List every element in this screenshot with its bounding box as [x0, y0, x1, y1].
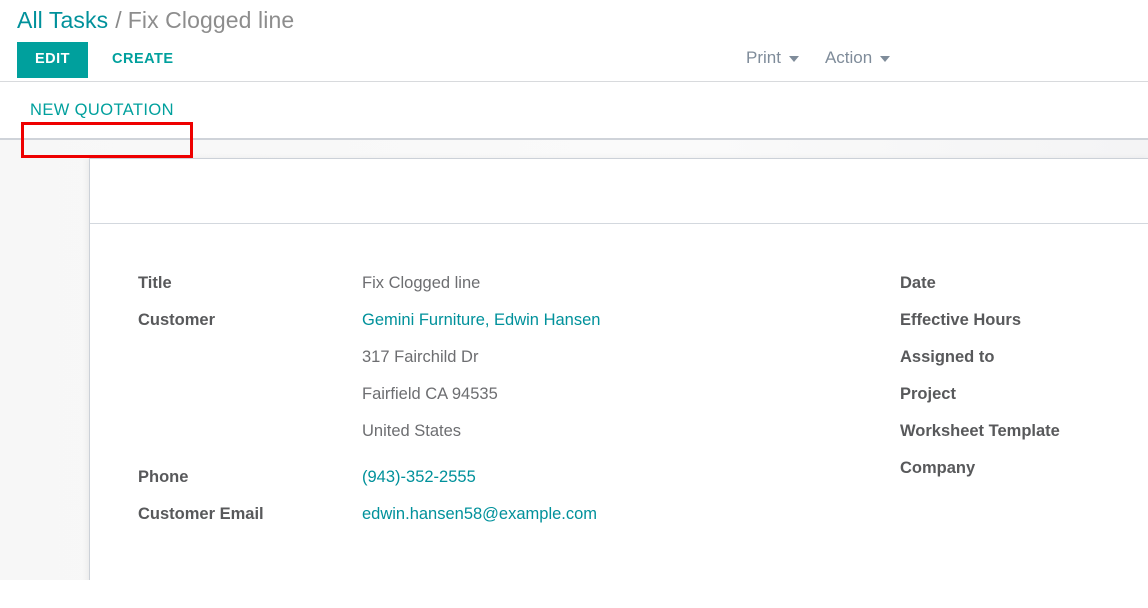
field-value-customer-email-link[interactable]: edwin.hansen58@example.com — [362, 503, 597, 526]
field-label-project: Project — [900, 385, 956, 403]
chevron-down-icon — [788, 56, 799, 62]
breadcrumb-separator: / — [115, 7, 122, 33]
customer-address-line-2: Fairfield CA 94535 — [362, 385, 498, 403]
field-row-assigned-to: Assigned to — [900, 346, 1148, 369]
field-value-customer-link[interactable]: Gemini Furniture, Edwin Hansen — [362, 309, 600, 332]
action-dropdown[interactable]: Action — [824, 46, 891, 69]
control-panel-buttons: EDIT CREATE Print Action — [17, 32, 1148, 81]
chevron-down-icon — [880, 56, 891, 62]
breadcrumb: All Tasks / Fix Clogged line — [17, 0, 1148, 32]
stat-button-row: NEW QUOTATION — [0, 82, 1148, 138]
field-label-customer: Customer — [138, 311, 216, 329]
field-row-title: Title Fix Clogged line — [138, 272, 895, 295]
field-row-phone: Phone (943)-352-2555 — [138, 466, 895, 489]
app-window: All Tasks / Fix Clogged line EDIT CREATE P… — [0, 0, 1148, 608]
breadcrumb-current: Fix Clogged line — [127, 7, 295, 33]
field-row-customer-email: Customer Email edwin.hansen58@example.co… — [138, 503, 895, 526]
sheet-header-band — [90, 159, 1148, 224]
edit-button[interactable]: EDIT — [17, 42, 89, 78]
control-panel-top: All Tasks / Fix Clogged line EDIT CREATE P… — [0, 0, 1148, 81]
field-label-assigned-to: Assigned to — [900, 348, 995, 366]
field-label-date: Date — [900, 274, 936, 292]
print-dropdown[interactable]: Print — [746, 46, 799, 69]
field-label-customer-email: Customer Email — [138, 505, 264, 523]
field-value-title: Fix Clogged line — [362, 274, 481, 292]
field-label-company: Company — [900, 459, 976, 477]
create-button[interactable]: CREATE — [97, 42, 189, 78]
field-row-date: Date — [900, 272, 1148, 295]
field-label-effective-hours: Effective Hours — [900, 311, 1022, 329]
breadcrumb-root-link[interactable]: All Tasks — [17, 7, 108, 33]
field-label-worksheet-template: Worksheet Template — [900, 422, 1060, 440]
field-label-phone: Phone — [138, 468, 189, 486]
form-view-content: Title Fix Clogged line Customer Gemini F… — [0, 140, 1148, 580]
form-left-column: Title Fix Clogged line Customer Gemini F… — [90, 272, 895, 540]
action-label: Action — [824, 48, 873, 67]
control-panel: All Tasks / Fix Clogged line EDIT CREATE P… — [0, 0, 1148, 140]
print-label: Print — [746, 48, 781, 67]
field-label-title: Title — [138, 274, 172, 292]
field-row-project: Project — [900, 383, 1148, 406]
field-row-effective-hours: Effective Hours — [900, 309, 1148, 332]
field-row-worksheet-template: Worksheet Template — [900, 420, 1148, 443]
record-sheet: Title Fix Clogged line Customer Gemini F… — [89, 158, 1148, 580]
field-value-customer-group: Gemini Furniture, Edwin Hansen 317 Fairc… — [362, 309, 600, 443]
sheet-body: Title Fix Clogged line Customer Gemini F… — [90, 224, 1148, 540]
customer-address-line-3: United States — [362, 422, 462, 440]
form-right-column: Date Effective Hours Assigned to Project… — [895, 272, 1148, 540]
field-row-company: Company — [900, 457, 1148, 480]
field-value-phone-link[interactable]: (943)-352-2555 — [362, 466, 476, 489]
customer-address-line-1: 317 Fairchild Dr — [362, 348, 479, 366]
field-row-customer: Customer Gemini Furniture, Edwin Hansen … — [138, 309, 895, 443]
new-quotation-button[interactable]: NEW QUOTATION — [21, 92, 183, 129]
control-panel-menus: Print Action — [746, 46, 891, 69]
